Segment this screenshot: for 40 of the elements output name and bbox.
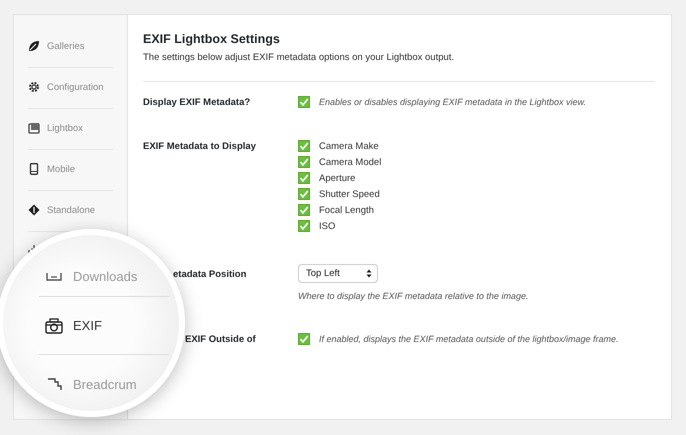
setting-label: Display EXIF Metadata? <box>143 96 252 108</box>
option-label: Focal Length <box>319 204 374 216</box>
setting-label: etadata Position <box>172 268 248 282</box>
option-label: Aperture <box>319 172 356 184</box>
breadcrumb-icon <box>46 377 62 391</box>
position-dropdown[interactable]: Top Left <box>298 264 378 283</box>
sidebar-item[interactable]: Downloads <box>39 257 169 297</box>
phone-icon <box>29 163 39 175</box>
checkbox[interactable] <box>298 172 310 184</box>
sidebar-item[interactable]: Configuration <box>28 68 113 109</box>
checkbox[interactable] <box>298 140 310 152</box>
sidebar-item[interactable]: Lightbox <box>28 109 113 150</box>
camera-icon <box>45 318 63 334</box>
leaf-icon <box>28 40 40 52</box>
tray-icon <box>46 272 62 280</box>
checkbox[interactable] <box>298 96 310 108</box>
gear-icon <box>28 81 40 93</box>
help-text: If enabled, displays the EXIF metadata outside of the lightbox/image frame. <box>319 334 619 344</box>
checkbox[interactable] <box>298 204 310 216</box>
settings-title: EXIF Lightbox Settings <box>143 32 281 46</box>
help-text: Enables or disables displaying EXIF metadata in the Lightbox view. <box>319 97 586 107</box>
option-label: ISO <box>319 220 336 232</box>
checkbox[interactable] <box>298 188 310 200</box>
checkbox[interactable] <box>298 156 310 168</box>
checkbox[interactable] <box>298 220 310 232</box>
sidebar-item[interactable]: Galleries <box>28 27 113 68</box>
diamond-icon <box>28 204 40 216</box>
option-label: Camera Model <box>319 156 382 168</box>
window-stack-icon <box>28 122 40 134</box>
sidebar-item[interactable]: Breadcrum <box>39 355 169 411</box>
sidebar-item[interactable]: EXIF <box>39 297 169 355</box>
sidebar-item[interactable]: Mobile <box>28 150 113 191</box>
option-label: Camera Make <box>319 140 379 152</box>
checkbox[interactable] <box>298 333 310 345</box>
setting-label: EXIF Outside of <box>184 333 257 345</box>
updown-caret-icon <box>366 269 372 278</box>
option-label: Shutter Speed <box>319 188 380 200</box>
help-text: Where to display the EXIF metadata relative to the image. <box>298 291 528 301</box>
settings-description: The settings below adjust EXIF metadata options on your Lightbox output. <box>143 52 456 63</box>
setting-label: EXIF Metadata to Display <box>143 140 257 154</box>
